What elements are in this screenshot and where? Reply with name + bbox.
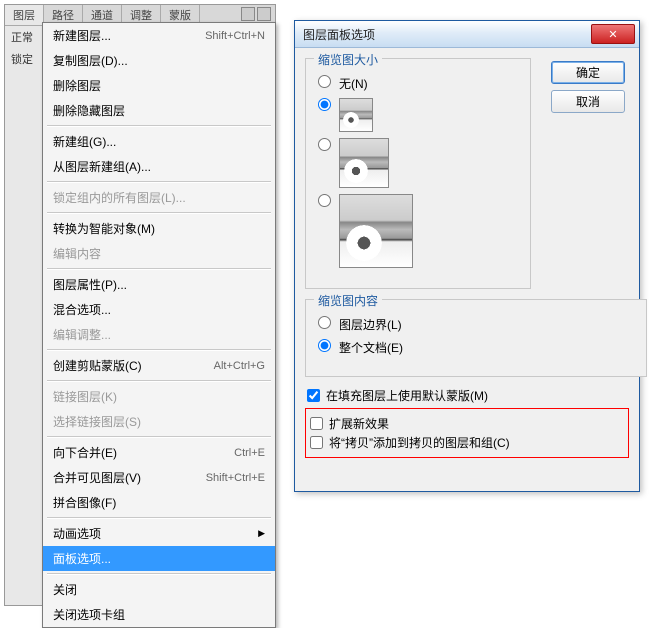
mi-del-hidden[interactable]: 删除隐藏图层 [43, 98, 275, 123]
check-fill-mask[interactable] [307, 389, 320, 402]
radio-document-label: 整个文档(E) [339, 339, 403, 356]
mi-new-layer[interactable]: 新建图层...Shift+Ctrl+N [43, 23, 275, 48]
group-thumb-size: 缩览图大小 [314, 51, 382, 68]
mi-del-layer[interactable]: 删除图层 [43, 73, 275, 98]
mi-anim[interactable]: 动画选项▶ [43, 521, 275, 546]
mi-flatten[interactable]: 拼合图像(F) [43, 490, 275, 515]
radio-document[interactable] [318, 339, 331, 352]
mi-edit-content: 编辑内容 [43, 241, 275, 266]
mi-link: 链接图层(K) [43, 384, 275, 409]
ok-button[interactable]: 确定 [551, 61, 625, 84]
blend-mode-label: 正常 [11, 29, 33, 45]
cancel-button[interactable]: 取消 [551, 90, 625, 113]
check-expand-fx[interactable] [310, 417, 323, 430]
group-thumb-content: 缩览图内容 [314, 292, 382, 309]
mi-clip-mask[interactable]: 创建剪贴蒙版(C)Alt+Ctrl+G [43, 353, 275, 378]
panel-dock-icon[interactable] [241, 7, 255, 21]
tab-layers[interactable]: 图层 [5, 5, 44, 25]
mi-lock-all: 锁定组内的所有图层(L)... [43, 185, 275, 210]
mi-new-group[interactable]: 新建组(G)... [43, 129, 275, 154]
close-icon[interactable]: ✕ [591, 24, 635, 44]
mi-dup-layer[interactable]: 复制图层(D)... [43, 48, 275, 73]
mi-merge-down[interactable]: 向下合并(E)Ctrl+E [43, 440, 275, 465]
mi-edit-adj: 编辑调整... [43, 322, 275, 347]
mi-panel-options[interactable]: 面板选项... [43, 546, 275, 571]
radio-bounds[interactable] [318, 316, 331, 329]
mi-select-linked: 选择链接图层(S) [43, 409, 275, 434]
mi-merge-vis[interactable]: 合并可见图层(V)Shift+Ctrl+E [43, 465, 275, 490]
mi-layer-props[interactable]: 图层属性(P)... [43, 272, 275, 297]
radio-size-none-label: 无(N) [339, 75, 368, 92]
panel-menu-icon[interactable] [257, 7, 271, 21]
lock-label: 锁定 [11, 51, 33, 67]
radio-size-none[interactable] [318, 75, 331, 88]
mi-close-tab-group[interactable]: 关闭选项卡组 [43, 602, 275, 627]
radio-size-large[interactable] [318, 194, 331, 207]
radio-size-small[interactable] [318, 98, 331, 111]
highlight-box: 扩展新效果 将“拷贝”添加到拷贝的图层和组(C) [305, 408, 629, 458]
radio-bounds-label: 图层边界(L) [339, 316, 402, 333]
check-fill-mask-label: 在填充图层上使用默认蒙版(M) [326, 387, 488, 404]
layer-panel-options-dialog: 图层面板选项 ✕ 确定 取消 缩览图大小 无(N) 缩览图内容 图层边界(L) … [294, 20, 640, 492]
radio-size-medium[interactable] [318, 138, 331, 151]
dialog-title: 图层面板选项 [303, 26, 375, 43]
check-add-copy[interactable] [310, 436, 323, 449]
mi-blend-opts[interactable]: 混合选项... [43, 297, 275, 322]
check-add-copy-label: 将“拷贝”添加到拷贝的图层和组(C) [329, 434, 510, 451]
mi-new-group-from[interactable]: 从图层新建组(A)... [43, 154, 275, 179]
check-expand-fx-label: 扩展新效果 [329, 415, 389, 432]
panel-flyout-menu: 新建图层...Shift+Ctrl+N 复制图层(D)... 删除图层 删除隐藏… [42, 22, 276, 628]
mi-close[interactable]: 关闭 [43, 577, 275, 602]
mi-smart-obj[interactable]: 转换为智能对象(M) [43, 216, 275, 241]
